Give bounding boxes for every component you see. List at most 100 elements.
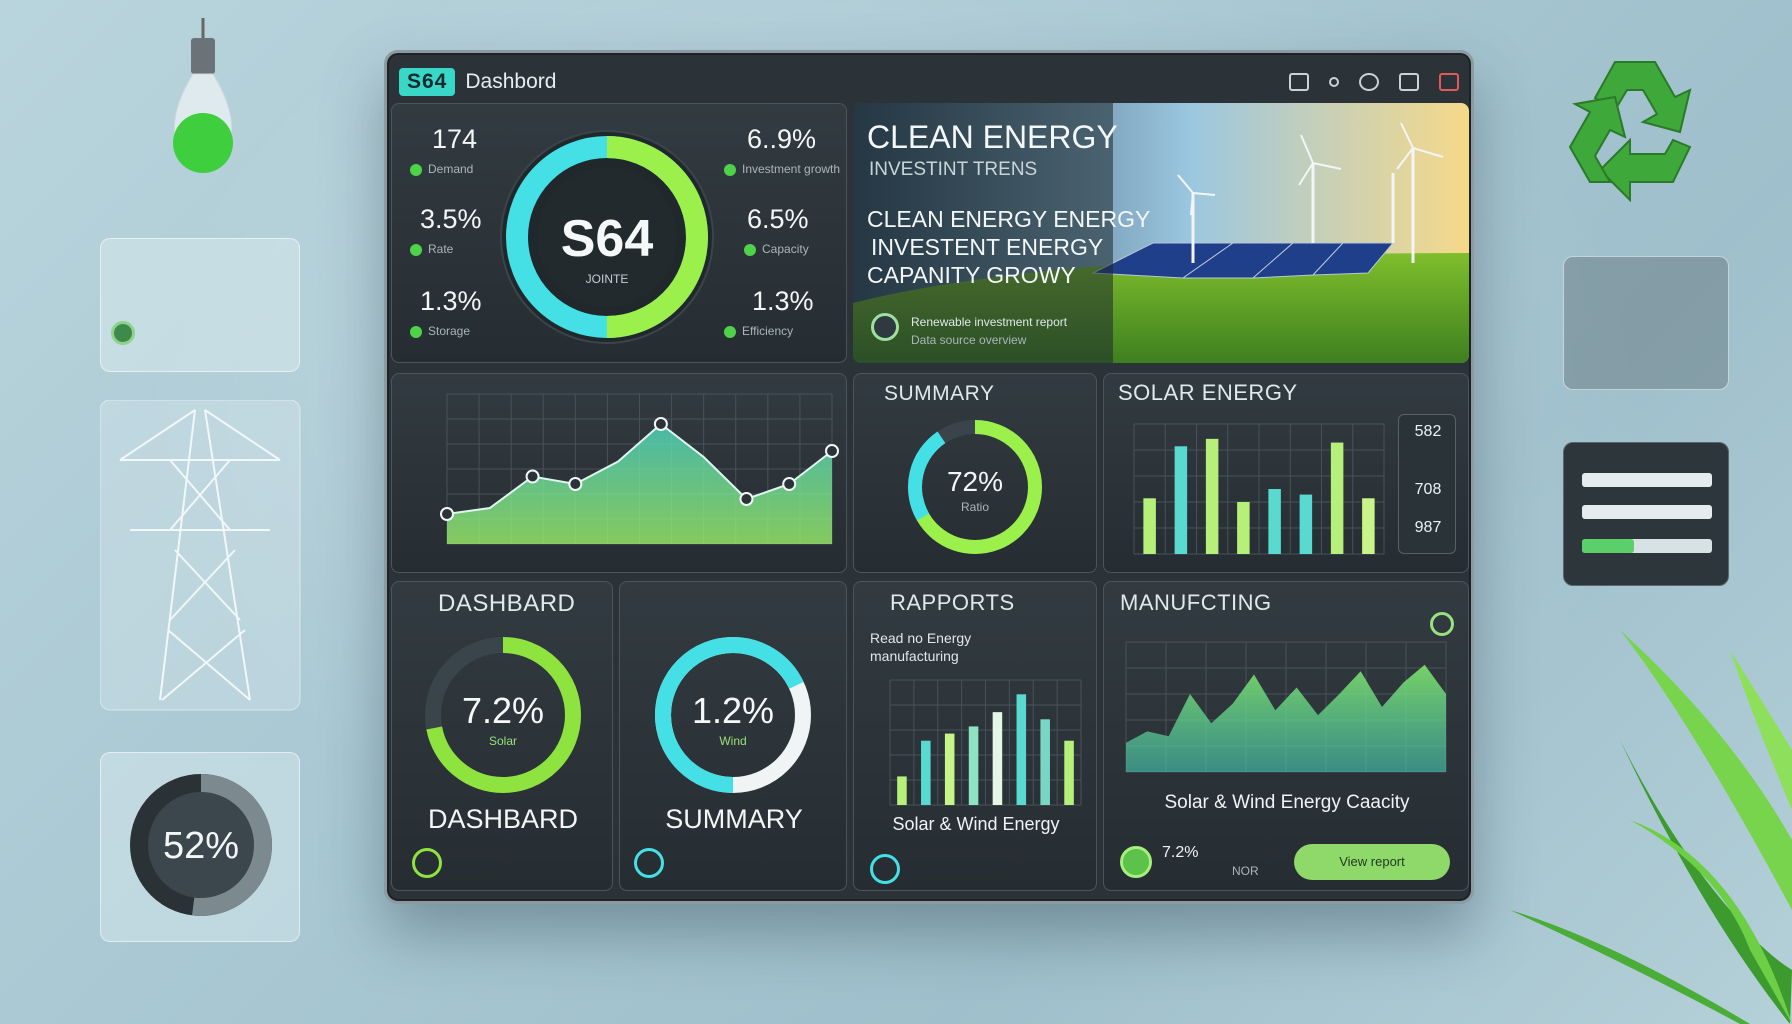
bar[interactable]	[921, 740, 931, 805]
bar[interactable]	[1174, 446, 1188, 554]
title-bar: S64 Dashbord	[399, 61, 1459, 103]
bar[interactable]	[968, 726, 979, 805]
reports-note-1: Read no Energy	[870, 630, 972, 646]
dashboard-card-icon[interactable]	[412, 848, 442, 878]
summary-value: 72%	[946, 466, 1004, 497]
metric-label-1: Demand	[428, 162, 474, 176]
bar[interactable]	[1064, 740, 1074, 805]
indicator-icon[interactable]	[1329, 77, 1339, 87]
close-icon[interactable]	[1439, 73, 1459, 91]
metric-label-6: Efficiency	[742, 324, 794, 338]
settings-icon[interactable]	[1359, 73, 1379, 91]
metric-value-1: 174	[432, 124, 478, 154]
solar-side-value-1: 582	[1414, 423, 1442, 440]
menu-bar-1[interactable]	[1582, 473, 1712, 487]
trend-point[interactable]	[782, 477, 797, 491]
reports-bar-chart	[889, 679, 1082, 806]
trend-chart-panel	[391, 373, 847, 573]
menu-bar-fill	[1582, 539, 1634, 553]
solar-side-value-2: 708	[1414, 481, 1442, 498]
app-logo: S64	[399, 68, 456, 96]
trend-area-chart	[440, 393, 839, 545]
solar-panel: SOLAR ENERGY 582 708 987	[1103, 373, 1469, 573]
dashboard-card: DASHBARD 7.2% Solar DASHBARD	[391, 581, 613, 891]
bar[interactable]	[992, 712, 1003, 805]
bar[interactable]	[1016, 694, 1027, 805]
trend-point[interactable]	[825, 444, 839, 458]
solar-side-value-3: 987	[1414, 519, 1442, 536]
summary-card: 1.2% Wind SUMMARY	[619, 581, 847, 891]
bar[interactable]	[1143, 498, 1156, 554]
side-stats-card	[1563, 256, 1729, 390]
summary-card-value: 1.2%	[691, 690, 775, 731]
bar[interactable]	[1237, 502, 1250, 554]
hero-line-3: CAPANITY GROWY	[867, 262, 1076, 288]
manufacturing-footer-label: NOR	[1232, 864, 1259, 878]
bar[interactable]	[1205, 438, 1219, 554]
app-title: Dashbord	[465, 70, 557, 93]
bar[interactable]	[1362, 498, 1375, 554]
reports-icon[interactable]	[870, 854, 900, 884]
summary-card-sub: Wind	[719, 734, 747, 748]
recycle-icon	[1568, 61, 1692, 202]
bar[interactable]	[1299, 494, 1313, 554]
summary-card-icon[interactable]	[634, 848, 664, 878]
metric-value-4: 6..9%	[747, 124, 817, 154]
hero-panel: CLEAN ENERGY INVESTINT TRENS CLEAN ENERG…	[853, 103, 1469, 363]
metrics-panel: S64 JOINTE 174 Demand 3.5% Rate 1.3% Sto…	[391, 103, 847, 363]
solar-title: SOLAR ENERGY	[1118, 380, 1298, 405]
dashboard-monitor: S64 Dashbord S64 JOINTE 174 Demand 3.5% …	[384, 50, 1474, 904]
metric-value-6: 1.3%	[752, 286, 814, 316]
toolbar-icons	[1289, 73, 1459, 91]
menu-bar-3[interactable]	[1582, 539, 1712, 553]
dashboard-card-value: 7.2%	[461, 690, 545, 731]
bar[interactable]	[944, 733, 955, 805]
hero-line-1: CLEAN ENERGY ENERGY	[867, 206, 1151, 232]
hero-subtitle: INVESTINT TRENS	[869, 159, 1038, 180]
hero-footer-1: Renewable investment report	[911, 315, 1068, 329]
manufacturing-area-chart	[1125, 641, 1447, 773]
bar[interactable]	[1330, 442, 1344, 554]
hero-footer-2: Data source overview	[911, 333, 1027, 347]
metric-value-2: 3.5%	[420, 204, 482, 234]
manufacturing-footer-value: 7.2%	[1162, 844, 1199, 861]
trend-point[interactable]	[440, 507, 454, 521]
trend-point[interactable]	[525, 469, 540, 484]
solar-bar-chart	[1133, 423, 1385, 555]
metric-value-5: 6.5%	[747, 204, 809, 234]
solar-side-box: 582 708 987	[1398, 414, 1456, 554]
hero-title: CLEAN ENERGY	[867, 119, 1118, 155]
reports-note-2: manufacturing	[870, 648, 959, 664]
view-report-button[interactable]: View report	[1294, 844, 1450, 880]
side-gauge-card: 52%	[100, 752, 300, 942]
metric-label-2: Rate	[428, 242, 454, 256]
dashboard-card-label: DASHBARD	[427, 804, 579, 834]
bar[interactable]	[1040, 719, 1050, 805]
menu-bar-2[interactable]	[1582, 505, 1712, 519]
bar[interactable]	[1268, 489, 1281, 554]
metric-value-3: 1.3%	[420, 286, 482, 316]
plant-decoration	[1510, 630, 1792, 1024]
window-icon[interactable]	[1289, 73, 1309, 91]
trend-point[interactable]	[653, 417, 668, 431]
power-pylon-icon	[100, 400, 301, 711]
summary-sub: Ratio	[960, 500, 989, 514]
document-icon[interactable]	[1399, 73, 1419, 91]
status-icon	[111, 321, 135, 345]
reports-panel: RAPPORTS Read no Energy manufacturing So…	[853, 581, 1097, 891]
bar[interactable]	[897, 776, 907, 805]
dashboard-card-header: DASHBARD	[438, 590, 576, 617]
summary-panel: SUMMARY 72% Ratio	[853, 373, 1097, 573]
hero-line-2: INVESTENT ENERGY	[871, 234, 1104, 260]
summary-card-label: SUMMARY	[665, 804, 803, 834]
side-gauge-value: 52%	[162, 825, 240, 867]
side-widget-card	[100, 238, 300, 372]
dashboard-card-sub: Solar	[488, 734, 517, 748]
main-ring-value: S64	[560, 210, 654, 268]
trend-point[interactable]	[739, 492, 754, 506]
hero-badge-icon[interactable]	[871, 313, 899, 341]
metric-label-5: Capacity	[762, 242, 809, 256]
trend-point[interactable]	[568, 477, 583, 491]
metric-label-4: Investment growth	[742, 162, 841, 176]
manufacturing-icon[interactable]	[1120, 846, 1152, 878]
